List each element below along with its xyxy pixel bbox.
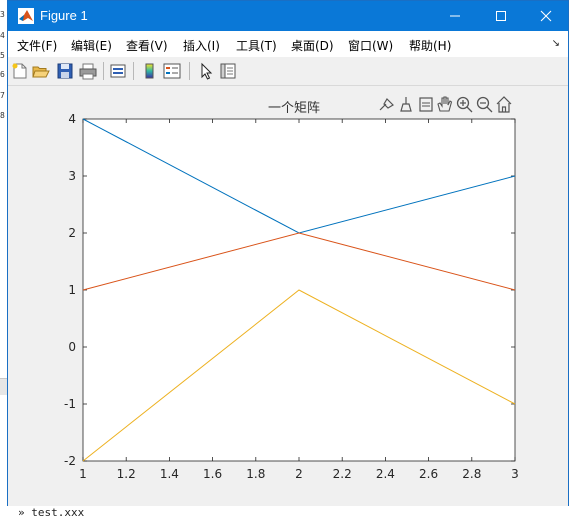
- x-tick-label: 2: [295, 467, 303, 481]
- figure-window: Figure 1 文件(F) 编辑(E) 查看(V) 插入(I) 工具(T) 桌…: [7, 0, 569, 506]
- background-command-line: » test.xxx: [0, 505, 576, 519]
- y-tick-label: 0: [68, 340, 76, 354]
- y-tick-label: 1: [68, 283, 76, 297]
- axes-toolbar: [379, 96, 512, 113]
- menu-bar: 文件(F) 编辑(E) 查看(V) 插入(I) 工具(T) 桌面(D) 窗口(W…: [8, 31, 568, 57]
- y-tick-label: 2: [68, 226, 76, 240]
- x-tick-label: 1: [79, 467, 87, 481]
- x-tick-label: 2.6: [419, 467, 438, 481]
- x-tick-label: 2.4: [376, 467, 395, 481]
- x-tick-label: 2.8: [462, 467, 481, 481]
- pan-icon[interactable]: [437, 96, 453, 112]
- open-file-icon[interactable]: [32, 62, 50, 80]
- menu-help[interactable]: 帮助(H): [409, 37, 451, 54]
- save-icon[interactable]: [56, 62, 74, 80]
- edit-plot-arrow-icon[interactable]: [197, 62, 215, 80]
- line-number: 3: [0, 10, 5, 19]
- toolbar-separator: [133, 62, 134, 80]
- line-number: 8: [0, 111, 5, 120]
- menu-desktop[interactable]: 桌面(D): [291, 37, 334, 54]
- menu-tools[interactable]: 工具(T): [236, 37, 277, 54]
- window-title: Figure 1: [40, 8, 88, 23]
- legend-icon[interactable]: [163, 62, 181, 80]
- title-bar[interactable]: Figure 1: [8, 1, 568, 31]
- print-icon[interactable]: [79, 62, 97, 80]
- minimize-icon: [450, 15, 460, 17]
- menu-view[interactable]: 查看(V): [126, 37, 168, 54]
- new-figure-icon[interactable]: [11, 62, 29, 80]
- line-number: 5: [0, 51, 5, 60]
- x-tick-label: 3: [511, 467, 519, 481]
- zoom-out-icon[interactable]: [476, 96, 493, 113]
- y-tick-label: 4: [68, 112, 76, 126]
- property-inspector-icon[interactable]: [219, 62, 237, 80]
- line-number: 4: [0, 31, 5, 40]
- y-tick-label: 3: [68, 169, 76, 183]
- line-number: 7: [0, 91, 5, 100]
- dock-pin-icon[interactable]: ↘: [552, 38, 560, 49]
- minimize-button[interactable]: [432, 1, 478, 31]
- plot-area[interactable]: 一个矩阵 1 1.2 1.4 1.6 1.8 2 2.2 2.4 2.6 2.8 3 -2 -1 0 1 2 3 4: [8, 86, 568, 506]
- command-prompt-text: » test.xxx: [18, 506, 85, 519]
- link-plot-icon[interactable]: [109, 62, 127, 80]
- maximize-icon: [496, 11, 506, 21]
- menu-edit[interactable]: 编辑(E): [71, 37, 112, 54]
- maximize-button[interactable]: [478, 1, 524, 31]
- home-icon[interactable]: [496, 96, 512, 113]
- close-icon: [540, 10, 552, 22]
- data-tip-icon[interactable]: [379, 98, 394, 111]
- matlab-logo-icon: [18, 8, 34, 24]
- link-icon[interactable]: [419, 97, 433, 112]
- figure-canvas: 一个矩阵 1 1.2 1.4 1.6 1.8 2 2.2 2.4 2.6 2.8 3 -2 -1 0 1 2 3 4: [8, 86, 568, 506]
- menu-insert[interactable]: 插入(I): [183, 37, 220, 54]
- y-tick-label: -1: [64, 397, 76, 411]
- x-tick-label: 2.2: [333, 467, 352, 481]
- brush-icon[interactable]: [400, 97, 412, 112]
- menu-file[interactable]: 文件(F): [17, 37, 57, 54]
- x-tick-label: 1.6: [203, 467, 222, 481]
- colorbar-icon[interactable]: [141, 62, 159, 80]
- y-tick-label: -2: [64, 454, 76, 468]
- zoom-in-icon[interactable]: [456, 96, 473, 113]
- figure-toolbar: [8, 57, 568, 86]
- toolbar-separator: [189, 62, 190, 80]
- close-button[interactable]: [523, 1, 569, 31]
- menu-window[interactable]: 窗口(W): [348, 37, 393, 54]
- x-tick-label: 1.4: [160, 467, 179, 481]
- chart-title: 一个矩阵: [268, 101, 320, 116]
- x-tick-label: 1.8: [246, 467, 265, 481]
- line-number: 6: [0, 70, 5, 79]
- toolbar-separator: [103, 62, 104, 80]
- x-tick-label: 1.2: [117, 467, 136, 481]
